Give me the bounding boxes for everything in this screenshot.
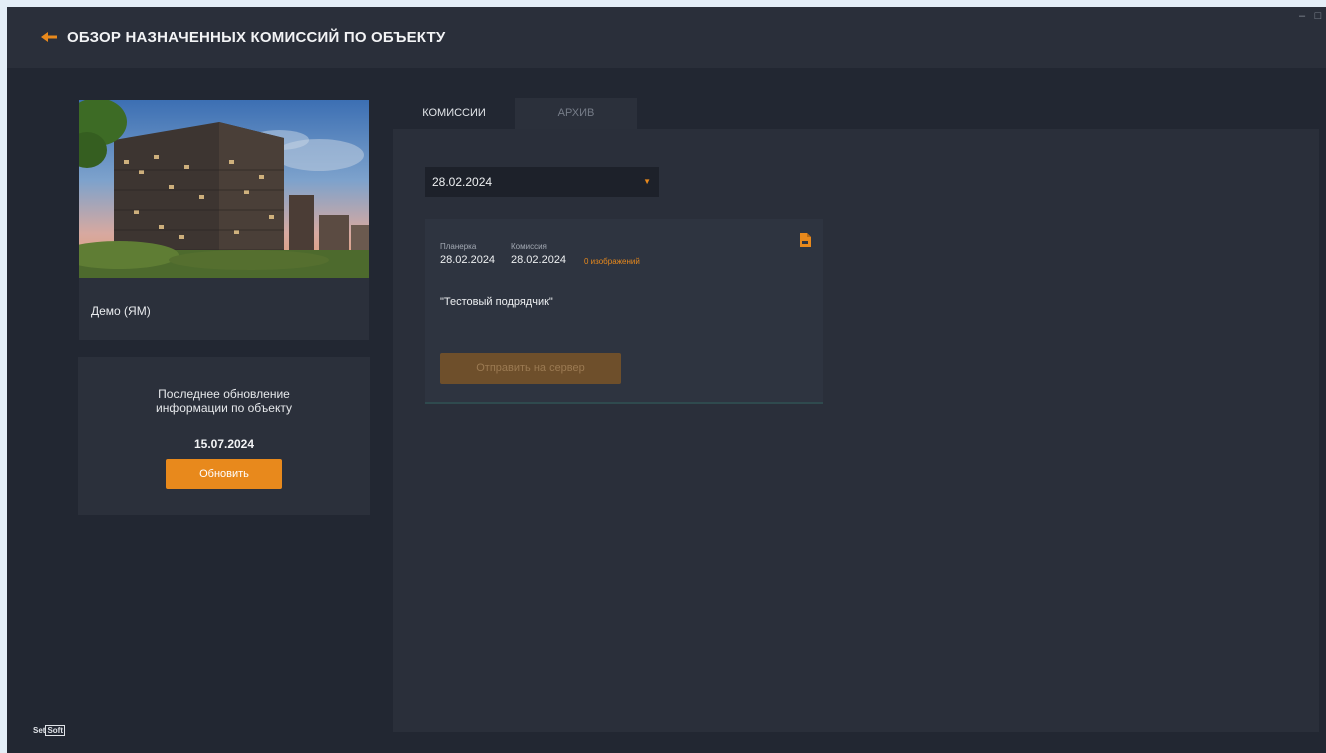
object-card[interactable]: Демо (ЯМ) (79, 100, 369, 340)
back-button[interactable] (37, 27, 61, 47)
brand-logo: Set Soft (33, 725, 66, 736)
pdf-file-icon[interactable] (799, 233, 811, 247)
date-dropdown-value: 28.02.2024 (432, 175, 493, 189)
tab-arkhiv[interactable]: АРХИВ (515, 98, 637, 129)
update-info-text: Последнее обновление информации по объек… (78, 387, 370, 415)
update-info-line1: Последнее обновление (158, 387, 290, 401)
refresh-button[interactable]: Обновить (166, 459, 282, 489)
brand-logo-right: Soft (45, 725, 66, 736)
tabs-row: КОМИССИИ АРХИВ (393, 98, 1319, 129)
tab-komissii[interactable]: КОМИССИИ (393, 98, 515, 129)
contractor-name: "Тестовый подрядчик" (440, 296, 553, 308)
brand-logo-left: Set (33, 726, 46, 735)
update-info-line2: информации по объекту (156, 401, 292, 415)
main-panel: КОМИССИИ АРХИВ 28.02.2024 ▼ Планерка 28.… (393, 98, 1319, 732)
object-photo (79, 100, 369, 278)
komissiya-date: 28.02.2024 (511, 254, 567, 266)
commission-card[interactable]: Планерка 28.02.2024 Комиссия 28.02.2024 … (425, 219, 823, 404)
object-name: Демо (ЯМ) (91, 304, 151, 318)
date-dropdown[interactable]: 28.02.2024 ▼ (425, 167, 659, 197)
page-title: ОБЗОР НАЗНАЧЕННЫХ КОМИССИЙ ПО ОБЪЕКТУ (67, 29, 446, 46)
send-to-server-button[interactable]: Отправить на сервер (440, 353, 621, 384)
panel-body: 28.02.2024 ▼ Планерка 28.02.2024 Комисси… (393, 129, 1319, 732)
maximize-button[interactable]: □ (1310, 7, 1326, 25)
minimize-button[interactable]: – (1294, 7, 1310, 25)
planerka-date: 28.02.2024 (440, 254, 496, 266)
chevron-down-icon: ▼ (643, 177, 651, 186)
update-card: Последнее обновление информации по объек… (78, 357, 370, 515)
app-window: ОБЗОР НАЗНАЧЕННЫХ КОМИССИЙ ПО ОБЪЕКТУ – … (7, 7, 1326, 753)
images-count-link[interactable]: 0 изображений (584, 257, 640, 266)
komissiya-label: Комиссия (511, 242, 547, 251)
arrow-left-icon (41, 32, 57, 42)
last-update-date: 15.07.2024 (193, 437, 255, 451)
planerka-label: Планерка (440, 242, 477, 251)
window-controls: – □ (1294, 7, 1326, 25)
titlebar: ОБЗОР НАЗНАЧЕННЫХ КОМИССИЙ ПО ОБЪЕКТУ – … (7, 7, 1326, 68)
